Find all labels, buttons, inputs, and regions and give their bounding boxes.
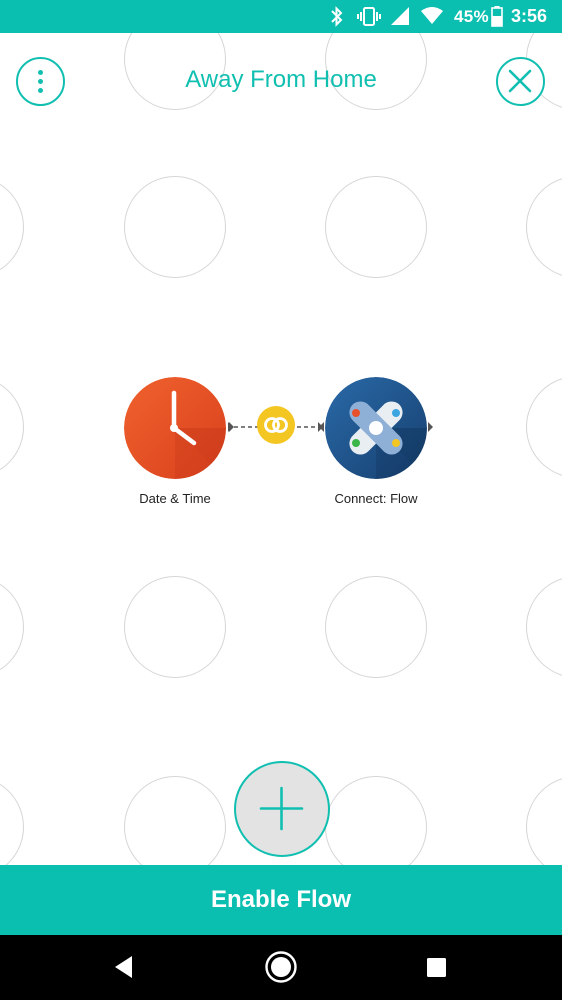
- empty-slot[interactable]: [0, 376, 24, 478]
- empty-slot[interactable]: [124, 576, 226, 678]
- cell-signal-icon: [391, 7, 409, 25]
- status-bar: 45% 3:56: [0, 0, 562, 33]
- node-label: Date & Time: [139, 491, 211, 506]
- empty-slot[interactable]: [526, 376, 562, 478]
- empty-slot[interactable]: [0, 176, 24, 278]
- status-time: 3:56: [511, 6, 548, 26]
- link-connector[interactable]: [257, 406, 295, 444]
- vibrate-icon: [357, 7, 381, 26]
- recents-icon[interactable]: [424, 955, 450, 981]
- link-rings-icon: [264, 417, 288, 433]
- empty-slot[interactable]: [0, 776, 24, 865]
- connect-flow-icon: [325, 377, 427, 479]
- empty-slot[interactable]: [325, 776, 427, 865]
- empty-slot[interactable]: [325, 576, 427, 678]
- connect-flow-node[interactable]: [325, 377, 427, 479]
- home-icon[interactable]: [264, 950, 298, 984]
- empty-slot[interactable]: [526, 776, 562, 865]
- enable-flow-button[interactable]: Enable Flow: [0, 865, 562, 935]
- back-icon[interactable]: [108, 951, 138, 983]
- empty-slot[interactable]: [0, 576, 24, 678]
- bluetooth-icon: [331, 6, 343, 27]
- add-button[interactable]: [234, 761, 330, 857]
- close-button[interactable]: [496, 57, 545, 106]
- empty-slot[interactable]: [124, 176, 226, 278]
- battery-percent: 45%: [454, 7, 489, 26]
- empty-slot[interactable]: [325, 176, 427, 278]
- wifi-icon: [421, 7, 443, 24]
- navigation-bar: [0, 935, 562, 1000]
- battery-icon: [491, 6, 503, 27]
- page-title: Away From Home: [185, 66, 377, 93]
- plus-icon: [259, 786, 304, 831]
- empty-slot[interactable]: [124, 776, 226, 865]
- flow-canvas[interactable]: [0, 33, 562, 865]
- empty-slot[interactable]: [526, 576, 562, 678]
- empty-slot[interactable]: [526, 176, 562, 278]
- node-label: Connect: Flow: [334, 491, 418, 506]
- clock-icon: [124, 377, 226, 479]
- close-icon: [508, 69, 532, 93]
- date-time-node[interactable]: [124, 377, 226, 479]
